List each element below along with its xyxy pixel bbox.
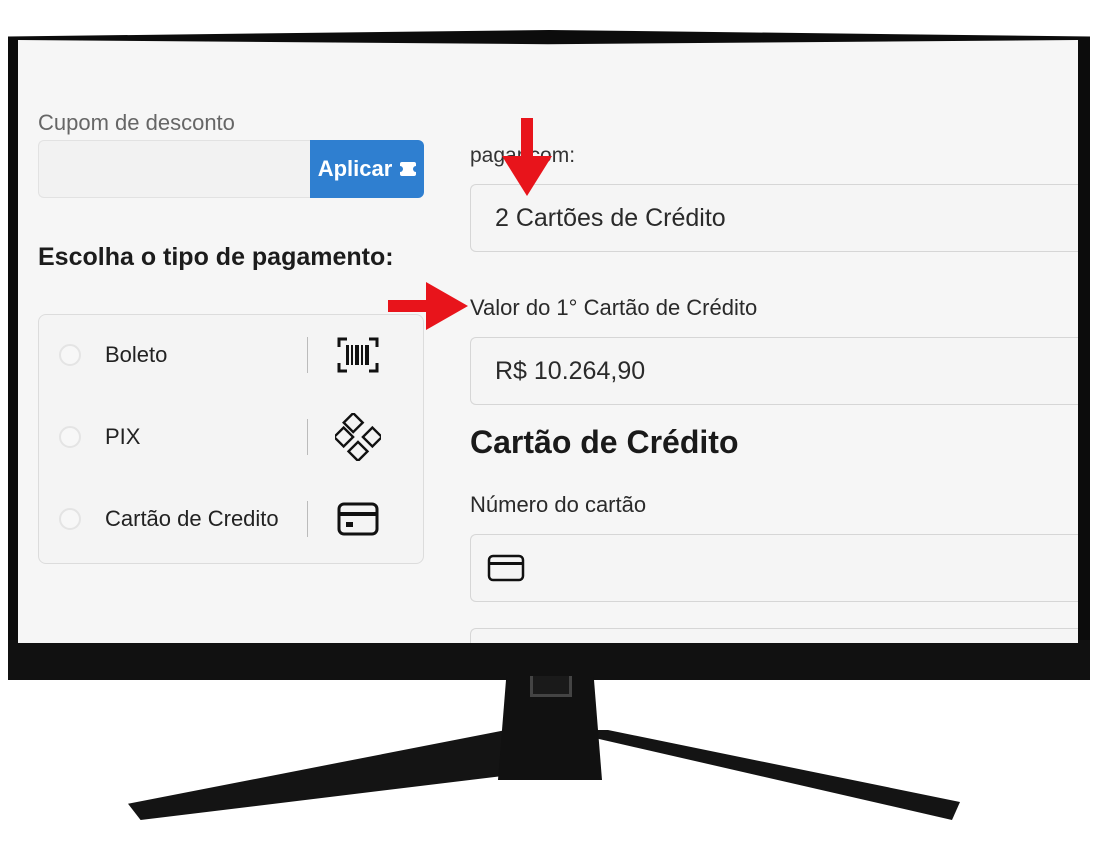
monitor-stand-cable-port <box>530 676 572 697</box>
radio-pix[interactable] <box>59 426 81 448</box>
first-card-amount-value: R$ 10.264,90 <box>495 356 646 385</box>
payment-option-credit-card[interactable]: Cartão de Credito <box>39 489 423 549</box>
monitor-stand-leg-left <box>128 730 548 820</box>
first-card-amount-label: Valor do 1° Cartão de Crédito <box>470 295 758 320</box>
barcode-icon <box>335 332 381 378</box>
card-number-input[interactable] <box>470 534 1078 602</box>
card-number-label: Número do cartão <box>470 492 647 517</box>
divider <box>307 419 308 455</box>
card-icon <box>487 554 525 582</box>
monitor-chin <box>8 640 1090 680</box>
payment-option-label: PIX <box>105 424 141 449</box>
apply-coupon-label: Aplicar <box>317 156 393 181</box>
pay-with-select[interactable]: 2 Cartões de Crédito <box>470 184 1078 252</box>
next-field-input[interactable] <box>470 628 1078 643</box>
pix-icon <box>335 413 381 461</box>
credit-card-heading: Cartão de Crédito <box>470 424 739 460</box>
divider <box>307 501 308 537</box>
payment-option-pix[interactable]: PIX <box>39 407 423 467</box>
payment-option-label: Boleto <box>105 342 168 367</box>
pay-with-value: 2 Cartões de Crédito <box>495 203 726 232</box>
apply-coupon-button[interactable]: Aplicar <box>310 140 424 198</box>
credit-card-icon <box>335 496 381 542</box>
ticket-icon <box>397 162 420 176</box>
payment-type-title: Escolha o tipo de pagamento: <box>38 243 394 271</box>
first-card-amount-input[interactable]: R$ 10.264,90 <box>470 337 1078 405</box>
annotation-arrow-right <box>388 282 468 330</box>
payment-option-boleto[interactable]: Boleto <box>39 325 423 385</box>
radio-credit-card[interactable] <box>59 508 81 530</box>
payment-options-box: Boleto PIX Cartão de Credito <box>38 314 424 564</box>
coupon-label: Cupom de desconto <box>38 110 235 135</box>
divider <box>307 337 308 373</box>
coupon-input[interactable] <box>38 140 310 198</box>
annotation-arrow-down <box>502 118 552 196</box>
radio-boleto[interactable] <box>59 344 81 366</box>
coupon-row: Aplicar <box>38 140 424 198</box>
monitor-stand-leg-right <box>560 730 960 820</box>
payment-option-label: Cartão de Credito <box>105 506 279 531</box>
